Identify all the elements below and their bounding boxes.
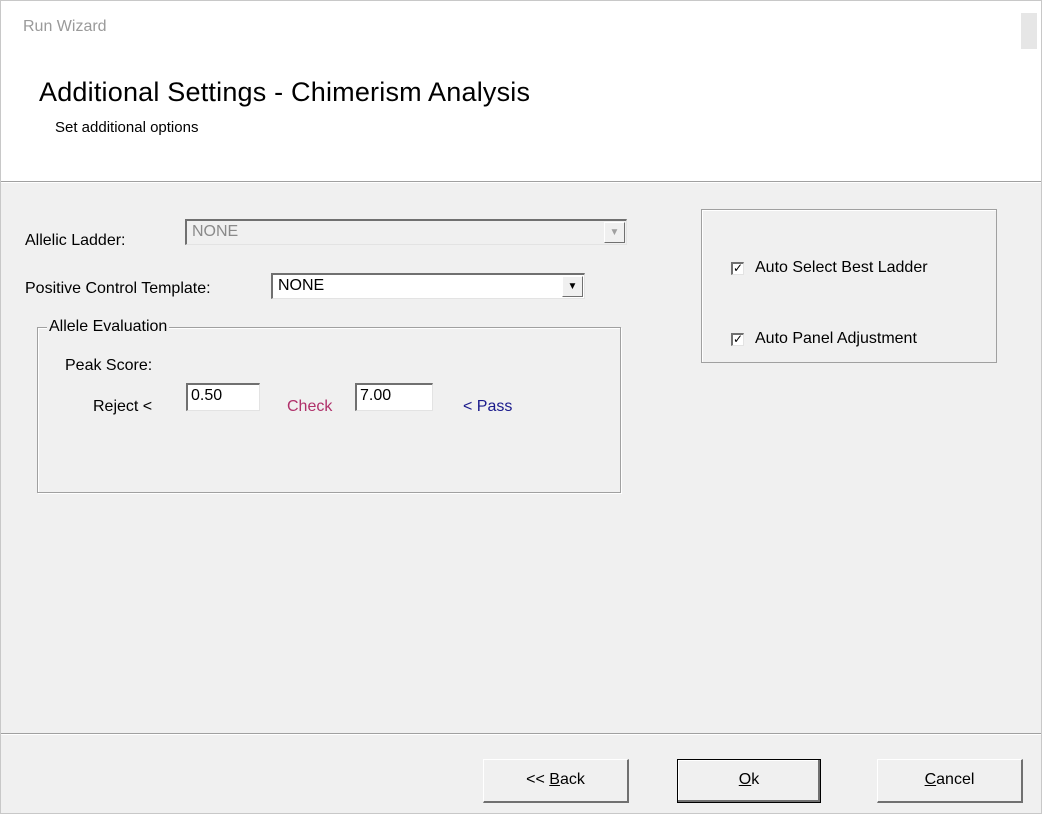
allelic-ladder-value: NONE: [192, 223, 239, 240]
run-wizard-window: Run Wizard Additional Settings - Chimeri…: [0, 0, 1042, 814]
positive-control-label: Positive Control Template:: [25, 280, 211, 297]
positive-control-value: NONE: [278, 277, 325, 294]
auto-select-best-ladder-checkbox[interactable]: ✓ Auto Select Best Ladder: [731, 259, 928, 277]
positive-control-dropdown[interactable]: NONE ▼: [271, 273, 585, 299]
page-title: Additional Settings - Chimerism Analysis: [39, 77, 531, 107]
back-button-prefix: <<: [526, 771, 550, 788]
allelic-ladder-label: Allelic Ladder:: [25, 232, 126, 249]
cancel-button-mnemonic: C: [924, 771, 937, 788]
back-button-mnemonic: B: [549, 771, 560, 788]
pass-label: < Pass: [463, 398, 513, 415]
cancel-button[interactable]: Cancel: [877, 759, 1023, 803]
title-bar: Run Wizard: [1, 1, 1041, 51]
ok-button[interactable]: Ok: [677, 759, 821, 803]
checkbox-checked-icon[interactable]: ✓: [731, 332, 744, 346]
ok-button-mnemonic: O: [738, 771, 752, 788]
chevron-down-icon[interactable]: ▼: [562, 276, 583, 297]
check-threshold-input[interactable]: 7.00: [355, 383, 433, 411]
auto-select-best-ladder-label: Auto Select Best Ladder: [755, 259, 928, 276]
close-icon[interactable]: [1021, 13, 1037, 49]
cancel-button-rest: ancel: [936, 771, 975, 788]
header-divider: [1, 182, 1041, 183]
allele-evaluation-title: Allele Evaluation: [47, 318, 170, 336]
reject-label: Reject <: [93, 398, 153, 415]
peak-score-label: Peak Score:: [65, 357, 153, 374]
chevron-down-icon[interactable]: ▼: [604, 222, 625, 243]
auto-panel-adjustment-label: Auto Panel Adjustment: [755, 330, 917, 347]
check-label: Check: [287, 398, 333, 415]
reject-threshold-input[interactable]: 0.50: [186, 383, 260, 411]
back-button-rest: ack: [559, 771, 585, 788]
back-button[interactable]: << Back: [483, 759, 629, 803]
checkbox-checked-icon[interactable]: ✓: [731, 261, 744, 275]
allelic-ladder-dropdown[interactable]: NONE ▼: [185, 219, 627, 245]
wizard-header: Additional Settings - Chimerism Analysis…: [1, 51, 1041, 182]
page-subtitle: Set additional options: [55, 119, 199, 136]
footer-divider-highlight: [1, 734, 1041, 735]
ok-button-rest: k: [751, 771, 760, 788]
window-title: Run Wizard: [23, 18, 107, 35]
auto-panel-adjustment-checkbox[interactable]: ✓ Auto Panel Adjustment: [731, 330, 917, 348]
